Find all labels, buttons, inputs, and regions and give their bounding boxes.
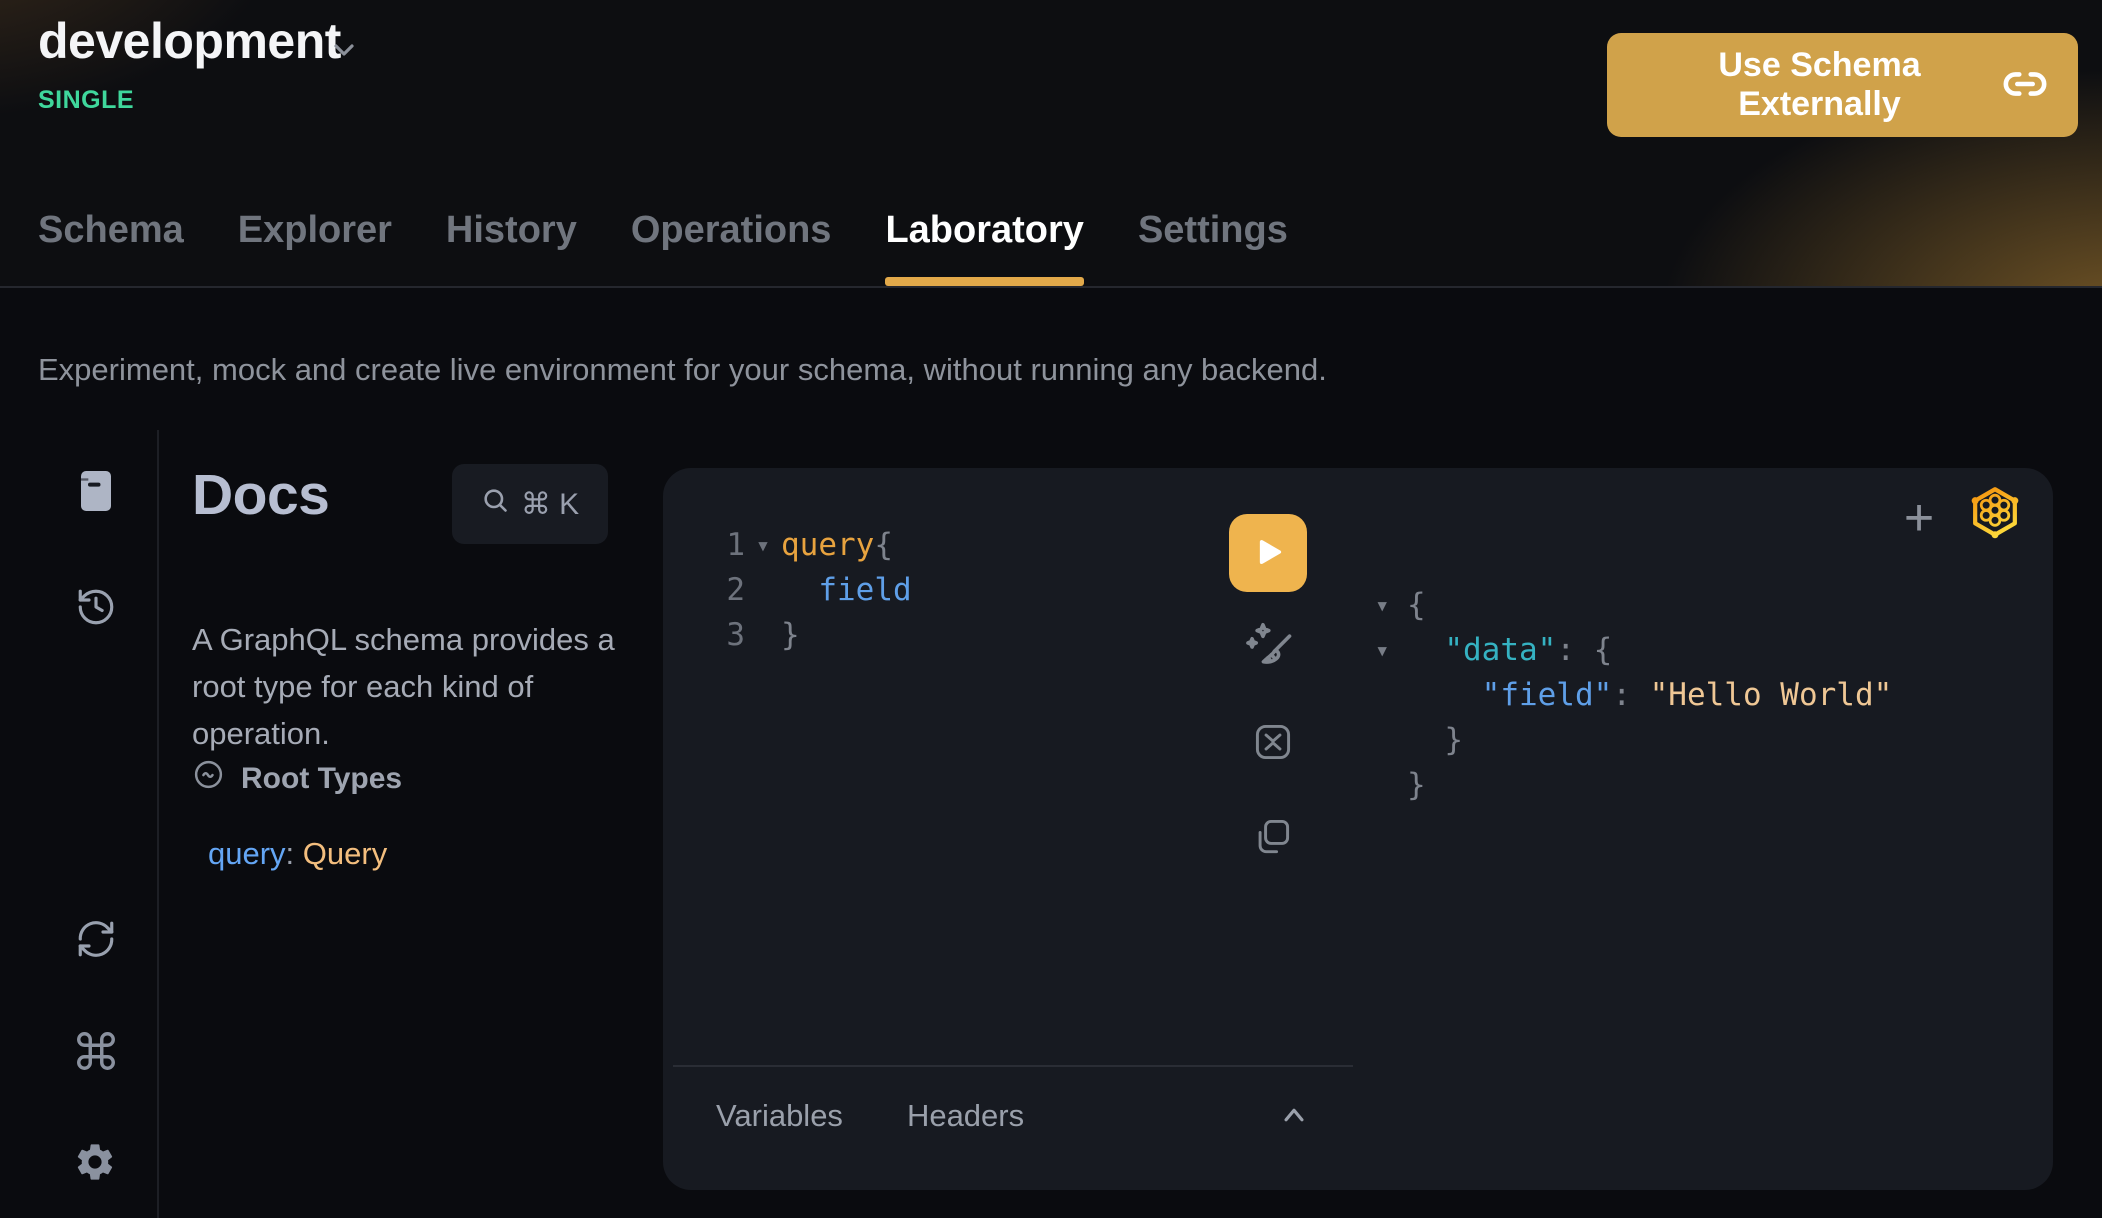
root-types-icon — [192, 758, 225, 799]
query-line: 2 field — [699, 568, 912, 613]
tab-variables[interactable]: Variables — [716, 1098, 843, 1134]
fold-marker-icon[interactable]: ▾ — [1375, 583, 1407, 628]
docs-book-icon — [76, 502, 116, 517]
tab-operations[interactable]: Operations — [631, 209, 832, 286]
fold-marker-icon[interactable]: ▾ — [745, 523, 781, 568]
docs-search-button[interactable]: ⌘ K — [452, 464, 608, 544]
settings-sidebar-button[interactable] — [73, 1140, 117, 1184]
docs-description: A GraphQL schema provides a root type fo… — [192, 616, 628, 757]
status-badge: SINGLE — [38, 86, 134, 115]
line-number: 2 — [699, 568, 745, 613]
tab-history[interactable]: History — [446, 209, 577, 286]
chevron-down-icon[interactable] — [328, 34, 360, 71]
laboratory-page: development SINGLE Use Schema Externally… — [0, 0, 2102, 1218]
page-title: development — [38, 12, 341, 70]
history-icon — [75, 616, 117, 631]
page-subtitle: Experiment, mock and create live environ… — [38, 352, 1327, 388]
line-number: 3 — [699, 613, 745, 658]
copy-query-button[interactable] — [1250, 815, 1294, 859]
use-schema-externally-button[interactable]: Use Schema Externally — [1607, 33, 2078, 137]
keyboard-shortcuts-button[interactable] — [73, 1028, 119, 1074]
search-icon — [481, 486, 509, 522]
tab-bar: Schema Explorer History Operations Labor… — [38, 209, 1288, 286]
query-editor[interactable]: 1 ▾ query{ 2 field 3 } — [699, 523, 912, 658]
prettify-query-button[interactable] — [1240, 618, 1298, 676]
copy-icon — [1250, 847, 1294, 862]
line-number: 1 — [699, 523, 745, 568]
search-shortcut-label: ⌘ K — [521, 487, 579, 522]
link-icon — [2002, 61, 2048, 110]
docs-title: Docs — [192, 462, 329, 528]
sidebar-divider — [157, 430, 159, 1218]
play-icon — [1251, 535, 1285, 572]
history-sidebar-button[interactable] — [75, 586, 117, 628]
execute-query-button[interactable] — [1229, 514, 1307, 592]
response-viewer: ▾ { ▾ "data": { "field": "Hello World" }… — [1375, 583, 1892, 808]
refresh-icon — [75, 948, 117, 963]
tab-schema[interactable]: Schema — [38, 209, 184, 286]
response-line: } — [1375, 763, 1892, 808]
merge-icon — [1251, 752, 1295, 767]
reload-schema-button[interactable] — [75, 918, 117, 960]
response-line: ▾ { — [1375, 583, 1892, 628]
query-line: 3 } — [699, 613, 912, 658]
tab-laboratory[interactable]: Laboratory — [885, 209, 1083, 286]
docs-sidebar-button[interactable] — [76, 468, 116, 514]
merge-fragments-button[interactable] — [1251, 720, 1295, 764]
use-schema-externally-label: Use Schema Externally — [1637, 46, 2002, 124]
graphiql-panel: 1 ▾ query{ 2 field 3 } — [663, 468, 2053, 1190]
root-type-query-link[interactable]: query: Query — [208, 836, 387, 872]
response-line: ▾ "data": { — [1375, 628, 1892, 673]
query-line: 1 ▾ query{ — [699, 523, 912, 568]
page-header: development SINGLE Use Schema Externally… — [0, 0, 2102, 288]
add-tab-button[interactable]: + — [1891, 490, 1947, 546]
tab-explorer[interactable]: Explorer — [238, 209, 392, 286]
secondary-editor-tabs: Variables Headers — [716, 1098, 1024, 1134]
gear-icon — [73, 1172, 117, 1187]
root-types-label: Root Types — [241, 762, 402, 796]
root-type-field: query — [208, 836, 286, 871]
hive-hexagon-icon — [1967, 528, 2023, 543]
graphiql-hive-logo[interactable] — [1967, 484, 2023, 540]
chevron-up-icon — [1275, 1118, 1313, 1133]
fold-marker-icon[interactable]: ▾ — [1375, 628, 1407, 673]
command-icon — [73, 1062, 119, 1077]
prettify-sparkle-brush-icon — [1240, 664, 1298, 679]
root-types-section: Root Types — [192, 758, 402, 799]
tab-headers[interactable]: Headers — [907, 1098, 1024, 1134]
root-type-name[interactable]: Query — [303, 836, 387, 871]
response-line: } — [1375, 718, 1892, 763]
active-tab-underline — [885, 277, 1083, 286]
root-type-separator: : — [286, 836, 303, 871]
secondary-editor-divider — [673, 1065, 1353, 1067]
collapse-secondary-editor-button[interactable] — [1275, 1100, 1313, 1130]
tab-settings[interactable]: Settings — [1138, 209, 1288, 286]
response-line: "field": "Hello World" — [1375, 673, 1892, 718]
